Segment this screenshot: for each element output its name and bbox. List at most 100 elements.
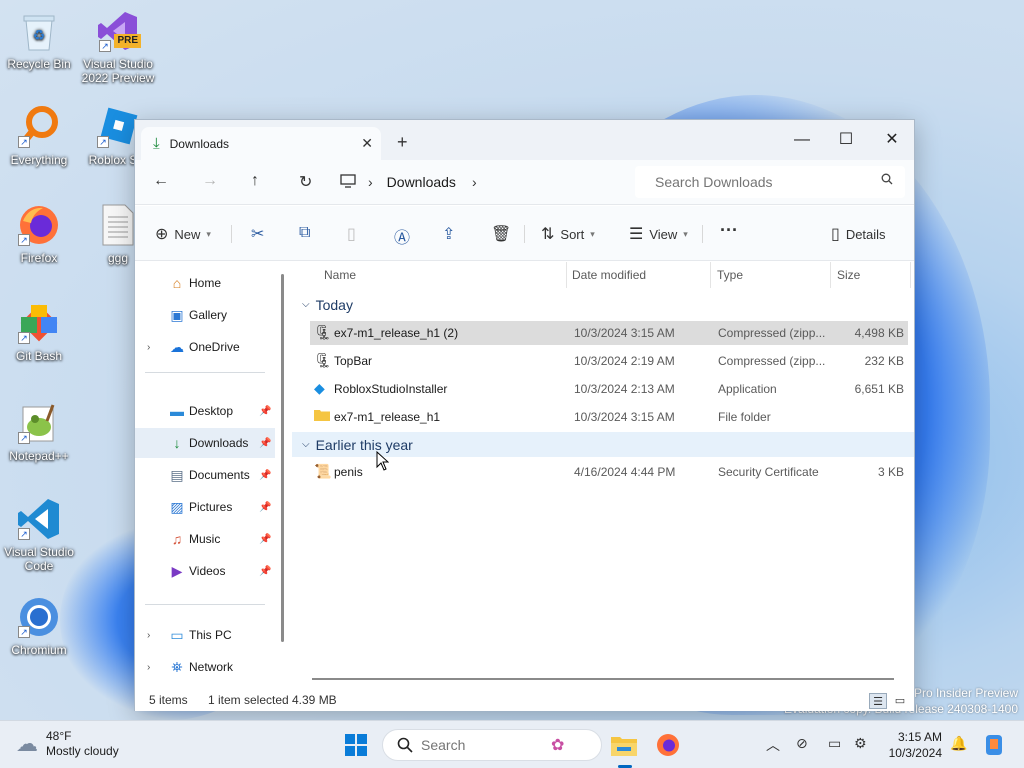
sidebar-item-music[interactable]: ♫ Music 📌	[135, 524, 275, 554]
file-size: 232 KB	[864, 354, 904, 368]
rename-button[interactable]: Ⓐ	[394, 224, 410, 248]
notification-bell-icon[interactable]: 🔔	[950, 735, 967, 752]
sidebar-item-desktop[interactable]: ▬ Desktop 📌	[135, 396, 275, 426]
network-offline-icon[interactable]: ⊘	[796, 735, 808, 752]
details-pane-button[interactable]: ▯ Details	[831, 224, 886, 244]
tiles-view-icon[interactable]: ▭	[891, 693, 909, 709]
pin-icon[interactable]: 📌	[259, 470, 271, 481]
firefox-icon: ↗	[16, 202, 62, 248]
new-button[interactable]: ⊕ New ▾	[155, 224, 211, 244]
minimize-button[interactable]: —	[779, 126, 825, 154]
back-button[interactable]: ←	[153, 172, 169, 190]
sidebar-item-videos[interactable]: ▶ Videos 📌	[135, 556, 275, 586]
file-row[interactable]: ◆ RobloxStudioInstaller 10/3/2024 2:13 A…	[310, 377, 908, 401]
desktop-icon-visual-studio[interactable]: ↗ PRE Visual Studio 2022 Preview	[79, 8, 157, 85]
sidebar-scrollbar[interactable]	[281, 274, 284, 642]
search-icon	[397, 737, 413, 753]
chevron-right-icon[interactable]: ›	[147, 662, 150, 673]
search-box[interactable]	[635, 166, 905, 198]
up-button[interactable]: ↑	[251, 172, 259, 190]
tab-close-button[interactable]: ✕	[361, 135, 373, 152]
file-row[interactable]: ex7-m1_release_h1 10/3/2024 3:15 AM File…	[310, 405, 908, 429]
paste-button[interactable]: ▯	[347, 224, 356, 244]
sidebar-item-gallery[interactable]: ▣ Gallery	[135, 300, 275, 330]
view-button[interactable]: ☰ View ▾	[629, 224, 688, 244]
details-view-icon[interactable]: ☰	[869, 693, 887, 709]
clock[interactable]: 3:15 AM 10/3/2024	[876, 729, 942, 761]
forward-button[interactable]: →	[202, 172, 218, 190]
shortcut-arrow-icon: ↗	[18, 432, 30, 444]
close-window-button[interactable]: ✕	[869, 126, 915, 154]
everything-search-icon: ↗	[16, 104, 62, 150]
search-input[interactable]	[655, 174, 865, 190]
weather-temperature: 48°F	[46, 729, 72, 743]
start-button[interactable]	[342, 731, 370, 759]
file-row[interactable]: 🗜 ex7-m1_release_h1 (2) 10/3/2024 3:15 A…	[310, 321, 908, 345]
taskbar-firefox[interactable]	[654, 731, 682, 759]
desktop-icon-firefox[interactable]: ↗ Firefox	[0, 202, 78, 265]
taskbar-search-input[interactable]	[421, 737, 551, 753]
tab-title: Downloads	[169, 136, 230, 151]
chevron-down-icon: ⌵	[302, 299, 310, 310]
desktop-icon-label: Everything	[10, 153, 68, 167]
pin-icon[interactable]: 📌	[259, 502, 271, 513]
desktop-icon-git-bash[interactable]: ↗ Git Bash	[0, 300, 78, 363]
desktop-icon-everything[interactable]: ↗ Everything	[0, 104, 78, 167]
column-header-size[interactable]: Size	[831, 262, 911, 288]
pin-icon[interactable]: 📌	[259, 438, 271, 449]
pin-icon[interactable]: 📌	[259, 534, 271, 545]
taskbar-file-explorer[interactable]	[610, 731, 638, 759]
chevron-right-icon[interactable]: ›	[147, 630, 150, 641]
breadcrumb-downloads[interactable]: Downloads	[387, 174, 456, 190]
sidebar-item-this-pc[interactable]: › ▭ This PC	[135, 620, 275, 650]
cloud-icon: ☁	[16, 731, 38, 756]
chevron-up-icon[interactable]: ︿	[766, 735, 780, 755]
desktop-icon-notepad-plus-plus[interactable]: ↗ Notepad++	[0, 400, 78, 463]
copy-button[interactable]: ⧉	[299, 224, 310, 242]
horizontal-scrollbar[interactable]	[312, 678, 894, 680]
share-button[interactable]: ⇪	[442, 224, 455, 244]
pin-icon[interactable]: 📌	[259, 566, 271, 577]
refresh-button[interactable]: ↻	[299, 172, 312, 192]
sort-button[interactable]: ⇅ Sort ▾	[541, 224, 595, 244]
file-row[interactable]: 📜 penis 4/16/2024 4:44 PM Security Certi…	[310, 460, 908, 484]
address-bar[interactable]: › Downloads ›	[340, 166, 635, 198]
delete-button[interactable]: 🗑	[491, 224, 511, 244]
chevron-right-icon[interactable]: ›	[472, 174, 477, 190]
folder-icon	[314, 408, 330, 424]
desktop-icon-chromium[interactable]: ↗ Chromium	[0, 594, 78, 657]
more-options-button[interactable]: ···	[720, 220, 738, 241]
sidebar-item-home[interactable]: ⌂ Home	[135, 268, 275, 298]
column-header-name[interactable]: Name	[292, 262, 567, 288]
file-row[interactable]: 🗜 TopBar 10/3/2024 2:19 AM Compressed (z…	[310, 349, 908, 373]
tab-downloads[interactable]: ⤓ Downloads ✕	[141, 127, 381, 160]
copilot-button[interactable]	[980, 731, 1008, 759]
pin-icon[interactable]: 📌	[259, 406, 271, 417]
column-header-type[interactable]: Type	[711, 262, 831, 288]
shortcut-arrow-icon: ↗	[18, 332, 30, 344]
weather-widget[interactable]: ☁ 48°F Mostly cloudy	[16, 729, 119, 759]
cut-button[interactable]: ✂	[251, 224, 264, 244]
sidebar-item-downloads[interactable]: ↓ Downloads 📌	[135, 428, 275, 458]
sidebar-item-network[interactable]: › ⛯ Network	[135, 652, 275, 682]
command-bar: ⊕ New ▾ ✂ ⧉ ▯ Ⓐ ⇪ 🗑 ⇅ Sort ▾ ☰ View ▾ ··…	[135, 206, 914, 261]
sidebar-item-onedrive[interactable]: › ☁ OneDrive	[135, 332, 275, 362]
share-icon: ⇪	[442, 226, 456, 243]
onedrive-icon: ☁	[170, 338, 184, 355]
title-bar[interactable]: ⤓ Downloads ✕ + — ☐ ✕	[135, 120, 914, 160]
desktop-icon-vscode[interactable]: ↗ Visual Studio Code	[0, 496, 78, 573]
recycle-bin-icon: ♻	[16, 8, 62, 54]
display-icon[interactable]: ▭	[828, 735, 841, 752]
copilot-icon	[986, 735, 1002, 755]
sidebar-item-documents[interactable]: ▤ Documents 📌	[135, 460, 275, 490]
new-tab-button[interactable]: +	[397, 132, 408, 153]
column-header-date-modified[interactable]: Date modified	[567, 262, 711, 288]
desktop-icon-recycle-bin[interactable]: ♻ Recycle Bin	[0, 8, 78, 71]
maximize-button[interactable]: ☐	[823, 126, 869, 154]
accessibility-icon[interactable]: ⚙	[854, 735, 867, 752]
chevron-right-icon[interactable]: ›	[147, 342, 150, 353]
sidebar-item-pictures[interactable]: ▨ Pictures 📌	[135, 492, 275, 522]
rename-icon: Ⓐ	[394, 230, 411, 247]
group-header-today[interactable]: ⌵ Today	[292, 292, 914, 317]
taskbar-search[interactable]: ✿	[382, 729, 602, 761]
